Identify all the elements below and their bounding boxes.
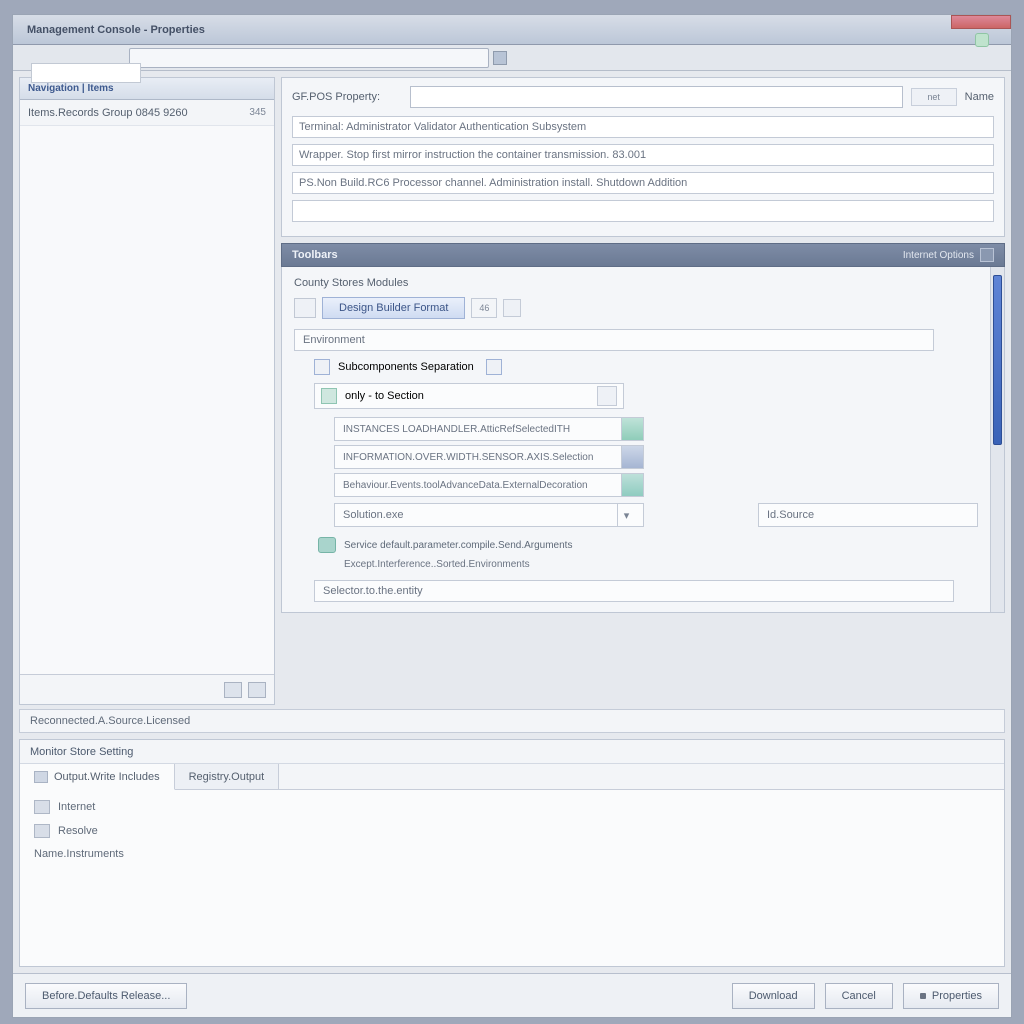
detail-line-3[interactable]: PS.Non Build.RC6 Processor channel. Admi… [292,172,994,194]
sidebar: Navigation | Items Items.Records Group 0… [19,77,275,705]
chevron-down-icon[interactable]: ▾ [617,504,635,526]
title-bar: Management Console - Properties [13,15,1011,45]
scrollbar[interactable] [990,267,1004,612]
subcomponents-checkbox-row[interactable]: Subcomponents Separation [314,359,978,375]
tabstrip-lead-icon[interactable] [294,298,316,318]
info-row-1: Service default.parameter.compile.Send.A… [318,537,978,553]
options-panel: County Stores Modules Design Builder For… [281,267,1005,613]
quick-access-field[interactable] [31,63,141,83]
options-tabstrip: Design Builder Format 46 [294,297,978,319]
detail-line-1[interactable]: Terminal: Administrator Validator Authen… [292,116,994,138]
window-title: Management Console - Properties [27,24,205,36]
scrollbar-thumb[interactable] [993,275,1002,445]
property-label: GF.POS Property: [292,91,402,103]
tab-count: 46 [471,298,497,318]
checkbox-icon[interactable] [314,359,330,375]
main-area: Navigation | Items Items.Records Group 0… [13,71,1011,705]
info-row-2: Except.Interference..Sorted.Environments [344,559,978,570]
sidebar-item-count: 345 [249,107,266,118]
nested-items: INSTANCES LOADHANDLER.AtticRefSelectedIT… [334,417,978,527]
view-list-icon[interactable] [224,682,242,698]
section-header[interactable]: Toolbars Internet Options [281,243,1005,267]
defaults-button[interactable]: Before.Defaults Release... [25,983,187,1009]
id-source-field[interactable]: Id.Source [758,503,978,527]
section-chip-icon [321,388,337,404]
sidebar-footer [20,674,274,704]
tab-output-write[interactable]: Output.Write Includes [20,764,175,790]
address-field[interactable] [129,48,489,68]
status-indicator-icon [975,33,989,47]
lower-item-internet[interactable]: Internet [34,800,990,814]
section-select-row[interactable]: only - to Section [314,383,624,409]
status-chip-icon [621,418,643,440]
lower-item-resolve[interactable]: Resolve [34,824,990,838]
tab-add-icon[interactable] [503,299,521,317]
environment-field[interactable]: Environment [294,329,934,351]
content-area: GF.POS Property: net Name Terminal: Admi… [281,77,1005,705]
selector-field[interactable]: Selector.to.the.entity [314,580,954,602]
properties-button[interactable]: Properties [903,983,999,1009]
bullet-icon [920,993,926,999]
sidebar-body [20,126,274,674]
nested-item-2[interactable]: INFORMATION.OVER.WIDTH.SENSOR.AXIS.Selec… [334,445,644,469]
lower-item-name-instruments[interactable]: Name.Instruments [34,848,990,860]
sidebar-item-records[interactable]: Items.Records Group 0845 9260 345 [20,100,274,126]
nested-item-3[interactable]: Behaviour.Events.toolAdvanceData.Externa… [334,473,644,497]
lower-body: Internet Resolve Name.Instruments [20,790,1004,966]
sidebar-item-label: Items.Records Group 0845 9260 [28,107,188,119]
checkbox-toggle-icon[interactable] [486,359,502,375]
page-icon [34,824,50,838]
nested-item-1[interactable]: INSTANCES LOADHANDLER.AtticRefSelectedIT… [334,417,644,441]
lower-title: Monitor Store Setting [20,740,1004,764]
lower-tabs: Output.Write Includes Registry.Output [20,764,1004,790]
options-section: Toolbars Internet Options County Stores … [281,243,1005,613]
detail-line-4[interactable] [292,200,994,222]
lower-panel: Monitor Store Setting Output.Write Inclu… [19,739,1005,967]
status-chip-icon [621,446,643,468]
section-select-label: only - to Section [345,390,424,402]
info-badge-icon [318,537,336,553]
document-icon [34,771,48,783]
view-grid-icon[interactable] [248,682,266,698]
checkbox-label: Subcomponents Separation [338,361,474,373]
tab-registry-output[interactable]: Registry.Output [175,764,280,789]
top-panel: GF.POS Property: net Name Terminal: Admi… [281,77,1005,237]
detail-line-2[interactable]: Wrapper. Stop first mirror instruction t… [292,144,994,166]
property-after-label: Name [965,91,994,103]
property-tag: net [911,88,957,106]
page-icon [34,800,50,814]
close-button[interactable] [951,15,1011,29]
tab-design-builder[interactable]: Design Builder Format [322,297,465,319]
download-button[interactable]: Download [732,983,815,1009]
cancel-button[interactable]: Cancel [825,983,893,1009]
section-collapse-icon[interactable] [980,248,994,262]
app-window: Management Console - Properties Navigati… [12,14,1012,1018]
solution-field[interactable]: Solution.exe ▾ [334,503,644,527]
footer: Before.Defaults Release... Download Canc… [13,973,1011,1017]
status-strip: Reconnected.A.Source.Licensed [19,709,1005,733]
section-title: Toolbars [292,249,338,261]
toolbar [13,45,1011,71]
property-input[interactable] [410,86,903,108]
options-subhead: County Stores Modules [294,277,978,289]
section-expand-icon[interactable] [597,386,617,406]
pair-row: Solution.exe ▾ Id.Source [334,503,978,527]
section-right-label: Internet Options [903,250,974,261]
property-field-row: GF.POS Property: net Name [292,86,994,108]
status-chip-icon [621,474,643,496]
address-go-icon[interactable] [493,51,507,65]
